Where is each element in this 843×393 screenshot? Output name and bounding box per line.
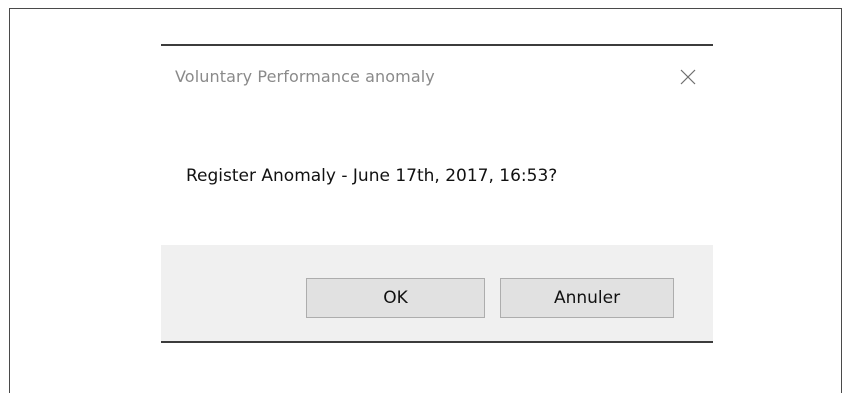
dialog-title: Voluntary Performance anomaly [175,67,435,86]
cancel-button[interactable]: Annuler [500,278,674,318]
page: Voluntary Performance anomaly Register A… [0,0,843,393]
message-dialog: Voluntary Performance anomaly Register A… [161,44,713,343]
dialog-titlebar: Voluntary Performance anomaly [161,46,713,110]
close-icon [680,69,696,85]
close-button[interactable] [675,64,701,90]
dialog-button-bar: OK Annuler [161,245,713,341]
ok-button[interactable]: OK [306,278,485,318]
dialog-message: Register Anomaly - June 17th, 2017, 16:5… [186,166,558,186]
